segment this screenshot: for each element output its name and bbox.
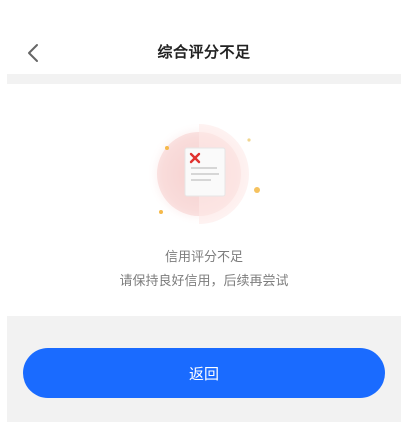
bottom-area: 返回 (7, 316, 401, 422)
document-x-icon (147, 122, 260, 226)
header-bar: 综合评分不足 (0, 0, 408, 74)
page-title: 综合评分不足 (157, 43, 251, 61)
status-illustration (137, 120, 271, 228)
status-hint: 请保持良好信用，后续再尝试 (119, 274, 289, 289)
return-button[interactable]: 返回 (23, 348, 385, 398)
top-divider (7, 74, 401, 84)
status-content: 信用评分不足 请保持良好信用，后续再尝试 (7, 84, 401, 316)
status-message: 信用评分不足 (164, 250, 243, 265)
